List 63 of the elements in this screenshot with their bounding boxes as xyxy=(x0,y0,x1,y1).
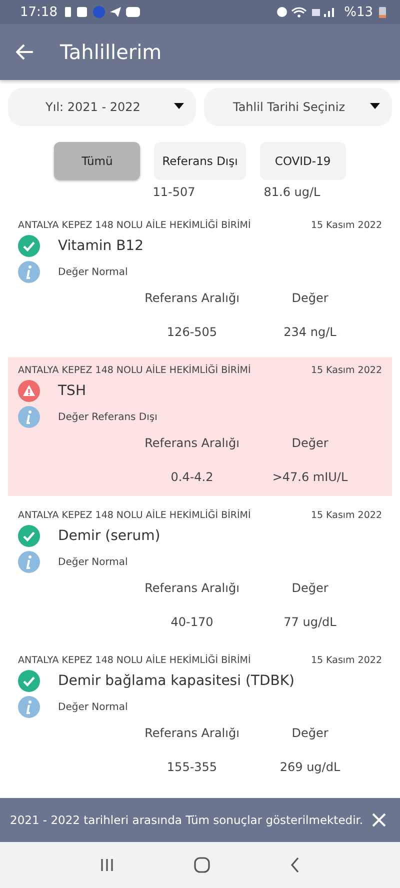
range-value: 11-507 xyxy=(152,185,196,199)
clinic-name: ANTALYA KEPEZ 148 NOLU AİLE HEKİMLİĞİ BİRİMİ xyxy=(18,220,251,231)
battery-level: %13 xyxy=(344,4,373,20)
status-text: Değer Referans Dışı xyxy=(58,412,158,422)
filter-tab[interactable]: Referans Dışı xyxy=(154,142,246,180)
result-date: 15 Kasım 2022 xyxy=(310,655,382,666)
dropdown[interactable]: Tahlil Tarihi Seçiniz xyxy=(204,88,392,126)
caret-icon xyxy=(370,103,380,109)
notification-icon xyxy=(93,6,106,18)
home-button[interactable] xyxy=(194,857,210,873)
check-icon xyxy=(18,670,40,692)
range-value: 126-505 xyxy=(166,325,218,339)
column-header: Referans Aralığı xyxy=(144,291,240,305)
screen-title: Tahlillerim xyxy=(60,40,162,64)
signal-icon xyxy=(324,8,334,17)
notification-icon xyxy=(65,7,72,17)
test-name: Demir (serum) xyxy=(58,528,160,544)
clinic-name: ANTALYA KEPEZ 148 NOLU AİLE HEKİMLİĞİ BİRİMİ xyxy=(18,655,251,666)
status-text: Değer Normal xyxy=(58,556,128,568)
filter-tab[interactable]: Tümü xyxy=(54,142,140,180)
result-value: 269 ug/dL xyxy=(278,760,342,774)
test-name: TSH xyxy=(58,383,86,399)
alarm-icon xyxy=(277,7,288,17)
status-time: 17:18 xyxy=(20,4,58,20)
result-date: 15 Kasım 2022 xyxy=(310,365,382,376)
status-text: Değer Normal xyxy=(58,702,128,712)
close-button[interactable] xyxy=(372,813,386,827)
result-date: 15 Kasım 2022 xyxy=(310,220,382,231)
filter-tab[interactable]: COVID-19 xyxy=(260,142,346,180)
battery-icon xyxy=(379,6,386,18)
warning-icon xyxy=(18,380,40,402)
column-header: Değer xyxy=(290,291,330,305)
column-header: Değer xyxy=(290,581,330,595)
status-text: Değer Normal xyxy=(58,266,128,278)
column-header: Referans Aralığı xyxy=(144,436,240,450)
wifi-icon xyxy=(291,7,307,18)
range-value: 0.4-4.2 xyxy=(170,470,214,484)
notification-icon xyxy=(77,7,88,17)
clinic-name: ANTALYA KEPEZ 148 NOLU AİLE HEKİMLİĞİ BİRİMİ xyxy=(18,365,251,376)
back-button[interactable] xyxy=(16,44,34,60)
test-name: Demir bağlama kapasitesi (TDBK) xyxy=(58,673,294,689)
dropdown[interactable]: Yıl: 2021 - 2022 xyxy=(8,88,196,126)
send-icon xyxy=(110,7,122,17)
range-value: 40-170 xyxy=(170,615,214,629)
result-value: >47.6 mIU/L xyxy=(271,470,349,484)
result-card-highlighted[interactable]: ANTALYA KEPEZ 148 NOLU AİLE HEKİMLİĞİ BİRİMİ 15 Kasım 2022 TSH Değer Referans Dışı Referans Aralığı Değer 0.4-4.2 >47.6 mIU/L xyxy=(8,357,392,496)
caret-icon xyxy=(174,103,184,109)
column-header: Değer xyxy=(290,436,330,450)
check-icon xyxy=(18,235,40,257)
result-value: 81.6 ug/L xyxy=(262,185,322,199)
column-header: Referans Aralığı xyxy=(144,581,240,595)
snackbar-message: 2021 - 2022 tarihleri arasında Tüm sonuçlar gösterilmektedir. xyxy=(10,813,364,827)
clinic-name: ANTALYA KEPEZ 148 NOLU AİLE HEKİMLİĞİ BİRİMİ xyxy=(18,510,251,521)
result-date: 15 Kasım 2022 xyxy=(310,510,382,521)
column-header: Referans Aralığı xyxy=(144,726,240,740)
column-header: Değer xyxy=(290,726,330,740)
result-value: 234 ng/L xyxy=(282,325,338,339)
result-value: 77 ug/dL xyxy=(282,615,338,629)
recents-button[interactable] xyxy=(100,858,114,872)
range-value: 155-355 xyxy=(166,760,218,774)
back-nav-button[interactable] xyxy=(290,857,300,873)
test-name: Vitamin B12 xyxy=(58,238,144,254)
check-icon xyxy=(18,525,40,547)
